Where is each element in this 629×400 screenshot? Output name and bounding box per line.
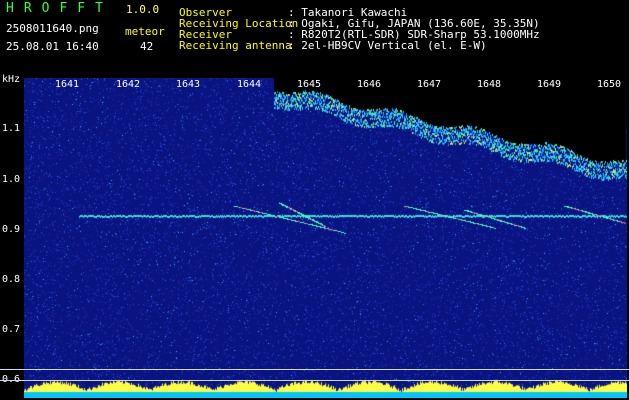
y-tick: 1.1 <box>2 123 21 134</box>
y-tick: 0.9 <box>2 224 21 235</box>
meteor-count: 42 <box>140 40 154 53</box>
datetime: 25.08.01 16:40 <box>6 40 99 53</box>
x-tick: 1647 <box>416 79 442 90</box>
app-title: HROFFT <box>6 1 113 16</box>
header-panel: HROFFT 1.0.0 2508011640.png 25.08.01 16:… <box>0 0 629 72</box>
x-tick: 1645 <box>296 79 322 90</box>
x-tick: 1643 <box>175 79 201 90</box>
x-tick: 1644 <box>236 79 262 90</box>
x-tick: 1646 <box>356 79 382 90</box>
antenna-label: Receiving antenna <box>179 39 292 52</box>
x-tick: 1642 <box>115 79 141 90</box>
marker-line <box>0 380 629 381</box>
file-name: 2508011640.png <box>6 22 99 35</box>
spectrogram-plot <box>24 78 627 398</box>
y-tick: 1.0 <box>2 174 21 185</box>
x-tick: 1648 <box>476 79 502 90</box>
marker-line <box>0 369 629 370</box>
y-axis-unit: kHz <box>2 74 21 85</box>
y-tick: 0.8 <box>2 274 21 285</box>
x-tick: 1650 <box>596 79 622 90</box>
x-tick: 1641 <box>54 79 80 90</box>
y-tick: 0.7 <box>2 324 21 335</box>
spectrogram-canvas <box>24 78 627 398</box>
meteor-label: meteor <box>125 25 165 38</box>
antenna-value: : 2el-HB9CV Vertical (el. E-W) <box>288 39 487 52</box>
app-version: 1.0.0 <box>126 3 160 16</box>
x-tick: 1649 <box>536 79 562 90</box>
